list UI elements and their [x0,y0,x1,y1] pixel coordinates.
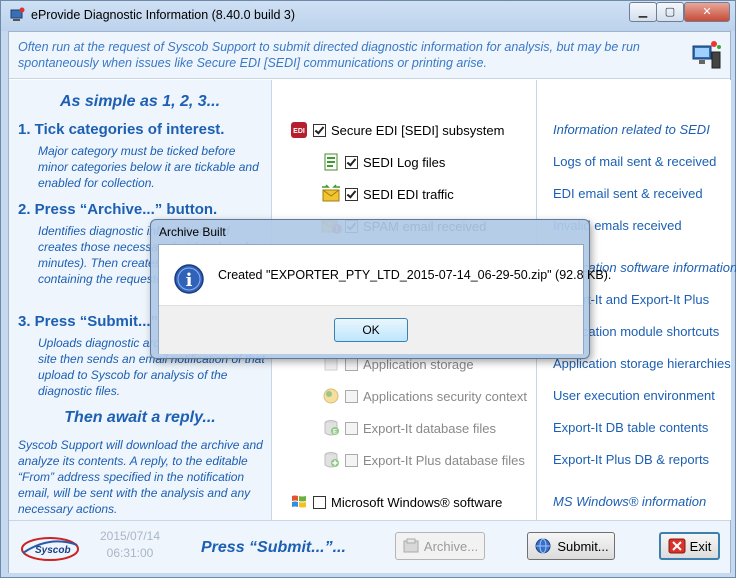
archive-built-dialog: Archive Built i Created "EXPORTER_PTY_LT… [150,219,611,359]
category-label: Applications security context [363,388,528,404]
category-row[interactable]: EDI Secure EDI [SEDI] subsystem [288,120,504,140]
category-label: Export-It Plus database files [363,452,525,468]
step-1-description: Major category must be ticked before min… [38,144,259,190]
maximize-button[interactable]: ▢ [656,2,684,22]
archive-button-label: Archive... [423,538,479,554]
exit-button[interactable]: Exit [659,532,720,560]
svg-text:E: E [333,430,337,436]
category-row[interactable]: Microsoft Windows® software [288,492,502,512]
information-icon: i [174,264,204,294]
log-file-icon [320,152,342,172]
dialog-body: i Created "EXPORTER_PTY_LTD_2015-07-14_0… [158,244,611,354]
category-row[interactable]: Applications security context [320,386,527,406]
submit-button[interactable]: Submit... [527,532,615,560]
windows-logo-icon [288,492,310,512]
press-submit-hint: Press “Submit...”... [201,539,346,556]
time-display: 06:31:00 [106,546,154,560]
category-row[interactable]: SEDI Log files [320,152,445,172]
exit-button-label: Exit [689,538,712,554]
bottom-bar: Syscob 2015/07/14 06:31:00 Press “Submit… [9,520,730,573]
category-checkbox[interactable] [345,453,358,467]
minimize-button[interactable]: ▁ [629,2,657,22]
step-1-title: 1. Tick categories of interest. [18,121,225,138]
submit-globe-icon [535,538,551,554]
category-info-link[interactable]: EDI email sent & received [553,186,703,201]
category-info-link[interactable]: Export-It Plus DB & reports [553,452,709,467]
await-heading: Then await a reply... [64,409,216,426]
category-info-link[interactable]: Logs of mail sent & received [553,154,716,169]
intro-text: Often run at the request of Syscob Suppo… [18,39,678,71]
category-info-link[interactable]: Information related to SEDI [553,122,710,137]
category-label: SEDI EDI traffic [363,186,454,202]
category-checkbox[interactable] [345,421,358,435]
dialog-message: Created "EXPORTER_PTY_LTD_2015-07-14_06-… [218,268,612,282]
intro-banner: Often run at the request of Syscob Suppo… [9,32,730,79]
archive-button[interactable]: Archive... [395,532,485,560]
category-row[interactable]: SEDI EDI traffic [320,184,454,204]
await-description: Syscob Support will download the archive… [18,438,263,516]
syscob-logo-text: Syscob [35,545,71,556]
title-bar: eProvide Diagnostic Information (8.40.0 … [1,1,735,31]
category-checkbox[interactable] [313,495,326,509]
category-row[interactable]: Export-It Plus database files [320,450,525,470]
category-checkbox[interactable] [345,389,358,403]
category-checkbox[interactable] [345,357,358,371]
exit-icon [668,538,686,554]
svg-text:EDI: EDI [293,128,305,135]
syscob-logo: Syscob [21,537,79,561]
sedi-icon: EDI [288,120,310,140]
category-row[interactable]: E Export-It database files [320,418,496,438]
category-checkbox[interactable] [345,187,358,201]
date-display: 2015/07/14 [99,529,161,543]
category-checkbox[interactable] [345,155,358,169]
intro-line-2: spontaneously when issues like Secure ED… [18,56,487,70]
ok-button[interactable]: OK [334,318,408,342]
step-2-title: 2. Press “Archive...” button. [18,201,218,218]
database-plus-icon [320,450,342,470]
database-icon: E [320,418,342,438]
instructions-heading: As simple as 1, 2, 3... [59,93,221,110]
mail-traffic-icon [320,184,342,204]
app-icon [10,7,25,21]
category-label: Export-It database files [363,420,496,436]
information-icon-glyph: i [186,270,193,291]
dialog-title: Archive Built [159,225,226,239]
intro-line-1: Often run at the request of Syscob Suppo… [18,40,640,54]
category-label: Microsoft Windows® software [331,494,503,510]
category-info-link[interactable]: User execution environment [553,388,715,403]
dialog-footer: OK [159,305,583,354]
category-label: Secure EDI [SEDI] subsystem [331,122,505,138]
category-info-link[interactable]: Export-It DB table contents [553,420,708,435]
category-label: SEDI Log files [363,154,446,170]
archive-icon [403,538,419,553]
close-button[interactable]: ✕ [684,2,730,22]
category-checkbox[interactable] [313,123,326,137]
computer-network-icon [692,41,721,69]
category-info-link[interactable]: MS Windows® information [553,494,706,509]
window-title: eProvide Diagnostic Information (8.40.0 … [31,8,296,22]
submit-button-label: Submit... [557,538,609,554]
security-icon [320,386,342,406]
main-window: eProvide Diagnostic Information (8.40.0 … [0,0,736,578]
